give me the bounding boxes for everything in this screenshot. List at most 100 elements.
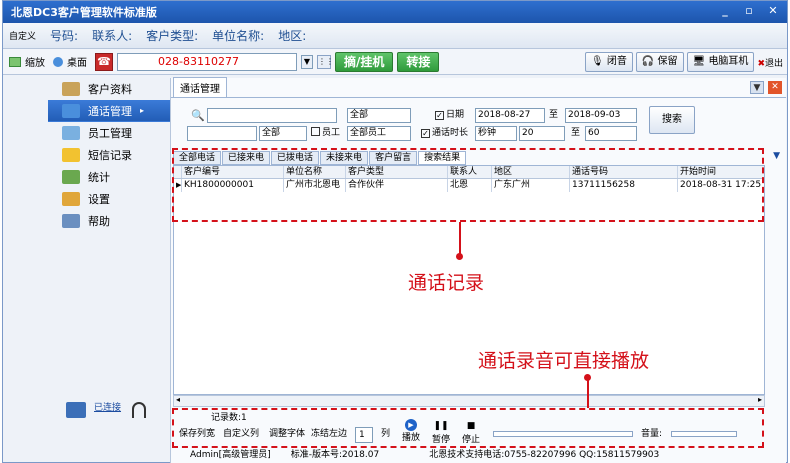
horizontal-scrollbar[interactable]: ◂ ▸ [173,395,765,407]
close-icon[interactable]: ✕ [768,81,782,94]
stop-button[interactable]: ■ 停止 [459,419,483,447]
record-count: 记录数:1 [211,413,247,423]
volume-slider[interactable] [671,431,737,437]
custom-columns-button[interactable]: 自定义列 [223,427,259,441]
subtab-5[interactable]: 搜索结果 [418,151,467,165]
field-company: 单位名称: [212,29,265,43]
unit-select[interactable]: 秒钟 [475,126,517,141]
tab-call-management[interactable]: 通话管理 [173,77,227,97]
close-icon[interactable]: ✕ [765,4,781,18]
exit-button[interactable]: ✖退出 [757,56,783,69]
settings-icon [62,191,80,206]
shrink-icon[interactable] [9,56,21,67]
hook-button[interactable]: 摘/挂机 [335,51,394,72]
column-header[interactable]: 地区 [492,166,570,178]
sidebar-item-label: 设置 [88,192,110,206]
subtab-4[interactable]: 客户留言 [369,151,418,165]
sidebar-item-label: 员工管理 [88,126,132,140]
sidebar-item-sms[interactable]: 短信记录 [48,144,170,166]
annotation-line-2 [587,378,589,408]
subtab-2[interactable]: 已拨电话 [271,151,320,165]
save-width-button[interactable]: 保存列宽 [179,427,215,441]
title-bar: 北恩DC3客户管理软件标准版 _ ▫ ✕ [3,1,787,23]
category-select[interactable]: 全部 [347,108,411,123]
adjust-font-button[interactable]: 调整字体 [269,427,305,441]
chevron-right-icon: ▸ [140,106,145,115]
table-cell: 广州市北恩电 [284,179,346,192]
headset-button[interactable]: 🖥 电脑耳机 [686,52,755,72]
column-header[interactable]: 客户类型 [346,166,448,178]
table-cell: 北恩 [448,179,492,192]
to-label: 至 [549,110,559,120]
field-type: 客户类型: [146,29,199,43]
minimize-icon[interactable]: _ [717,4,733,18]
duration-from-input[interactable]: 20 [519,126,565,141]
column-label: 列 [381,429,391,439]
caller-info-bar: 自定义 号码: 联系人: 客户类型: 单位名称: 地区: [3,23,787,49]
maximize-icon[interactable]: ▫ [741,4,757,18]
volume-label: 音量: [641,429,663,439]
table-row[interactable]: ▶ KH1800000001 广州市北恩电 合作伙伴 北恩 广东广州 13711156258… [174,179,764,192]
sidebar-item-chart[interactable]: 统计 [48,166,170,188]
date-from-input[interactable]: 2018-08-27 [475,108,545,123]
chevron-down-icon[interactable]: ▼ [750,81,764,94]
date-checkbox[interactable]: ✓ 日期 [435,108,464,123]
subtab-1[interactable]: 已接来电 [222,151,271,165]
date-to-input[interactable]: 2018-09-03 [565,108,637,123]
staff-select[interactable]: 全部员工 [347,126,411,141]
progress-slider[interactable] [493,431,633,437]
transfer-button[interactable]: 转接 [397,51,440,72]
mute-button[interactable]: 🎙 闭音 [585,52,633,72]
computer-icon: 🖥 [692,56,706,67]
desktop-icon[interactable] [53,56,63,67]
play-button[interactable]: ▶ 播放 [399,419,423,445]
sidebar-item-label: 统计 [88,170,110,184]
subtab-0[interactable]: 全部电话 [173,151,222,165]
support-info: 北恩技术支持电话:0755-82207996 QQ:15811579903 [429,450,660,460]
phone-number-input[interactable]: 028-83110277 [117,52,297,71]
window-title: 北恩DC3客户管理软件标准版 [11,6,157,19]
sidebar-item-staff[interactable]: 员工管理 [48,122,170,144]
hold-button[interactable]: 🎧 保留 [635,52,684,72]
table-cell: 合作伙伴 [346,179,448,192]
field-input[interactable] [187,126,257,141]
sidebar-item-help[interactable]: 帮助 [48,210,170,232]
duration-checkbox[interactable]: ✓ 通话时长 [421,126,468,141]
chevron-right-icon[interactable]: ▸ [758,395,762,404]
staff-checkbox[interactable]: 员工 [311,126,340,141]
pause-button[interactable]: ❚❚ 暂停 [429,419,453,447]
keypad-icon[interactable]: ⋮⋮ [317,54,334,69]
shrink-label[interactable]: 缩放 [25,54,45,69]
sidebar-item-label: 通话管理 [88,104,132,118]
filter-panel: 🔍 全部 ✓ 日期 2018-08-27 至 2018-09-03 全部 员工 全… [171,100,787,150]
column-header[interactable]: 开始时间 [678,166,764,178]
row-indicator: ▶ [174,179,182,192]
chevron-down-icon[interactable]: ▼ [773,151,780,161]
annotation-call-records: 通话记录 [408,272,485,294]
phone-icon[interactable]: ☎ [95,52,113,71]
column-header[interactable]: 通话号码 [570,166,678,178]
sidebar-item-customer[interactable]: 客户资料 [48,78,170,100]
subtab-3[interactable]: 未接来电 [320,151,369,165]
search-button[interactable]: 搜索 [649,106,695,134]
chart-icon [62,169,80,184]
custom-label[interactable]: 自定义 [9,29,36,42]
column-header[interactable]: 单位名称 [284,166,346,178]
table-cell: 广东广州 [492,179,570,192]
sidebar-item-label: 客户资料 [88,82,132,96]
desktop-label[interactable]: 桌面 [67,54,87,69]
sidebar-item-settings[interactable]: 设置 [48,188,170,210]
column-header[interactable]: 联系人 [448,166,492,178]
pause-icon: ❚❚ [433,421,449,431]
freeze-count-input[interactable]: 1 [355,427,373,443]
all-select[interactable]: 全部 [259,126,307,141]
sidebar-item-label: 短信记录 [88,148,132,162]
field-region: 地区: [278,29,307,43]
tab-bar: 通话管理 [171,77,786,98]
sidebar-item-call[interactable]: 通话管理 ▸ [48,100,170,122]
keyword-select[interactable] [207,108,337,123]
column-header[interactable]: 客户编号 [182,166,284,178]
chevron-left-icon[interactable]: ◂ [176,395,180,404]
duration-to-input[interactable]: 60 [585,126,637,141]
chevron-down-icon[interactable]: ▼ [301,54,313,69]
